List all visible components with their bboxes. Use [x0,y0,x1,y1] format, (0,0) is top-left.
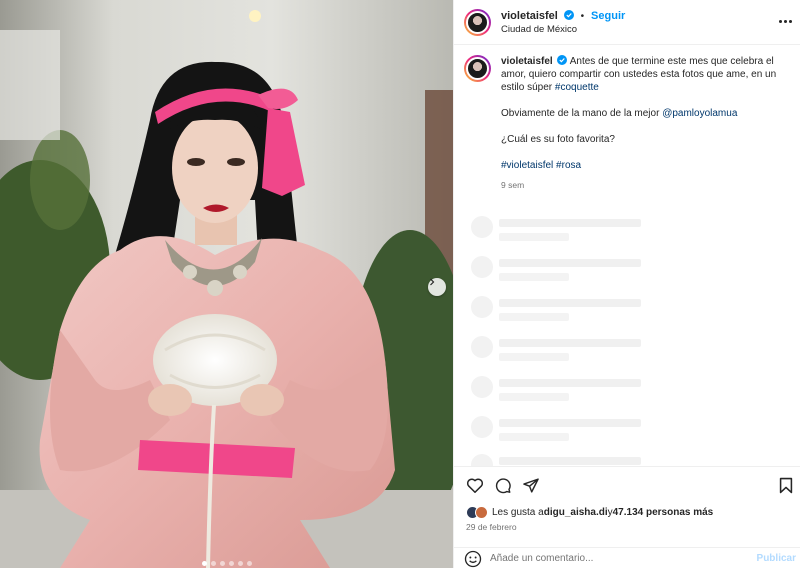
post-photo[interactable] [0,0,453,568]
likes-count-link[interactable]: 47.134 personas más [613,507,714,518]
caption-username[interactable]: violetaisfel [501,56,553,67]
liker-username[interactable]: digu_aisha.di [544,507,608,518]
post-header: violetaisfel • Seguir Ciudad de México [454,0,800,45]
comment-input[interactable] [490,553,740,564]
photo-illustration [0,0,453,568]
carousel-indicator [0,561,453,566]
carousel-dot [246,561,252,566]
likes-summary: Les gusta a digu_aisha.di y 47.134 perso… [466,506,713,519]
carousel-dot [210,561,216,566]
comment-placeholder [471,376,641,401]
carousel-dot [237,561,243,566]
carousel-dot [219,561,225,566]
instagram-post-modal: violetaisfel • Seguir Ciudad de México v… [0,0,800,568]
carousel-dot [201,561,207,566]
post-date[interactable]: 29 de febrero [466,522,517,532]
comment-placeholder [471,416,641,441]
publish-button[interactable]: Publicar [757,553,796,564]
comment-icon[interactable] [494,477,512,494]
comment-bar: Publicar [454,547,800,568]
share-icon[interactable] [522,477,540,494]
hashtag-link[interactable]: #coquette [555,82,599,93]
avatar[interactable] [464,8,491,36]
location-link[interactable]: Ciudad de México [501,23,625,36]
liker-avatar[interactable] [475,506,488,519]
post-side-panel: violetaisfel • Seguir Ciudad de México v… [453,0,800,568]
chevron-right-icon [430,278,435,286]
caption-text-3: ¿Cuál es su foto favorita? [501,134,615,145]
follow-button[interactable]: Seguir [591,10,625,22]
post-actions-section: Les gusta a digu_aisha.di y 47.134 perso… [454,466,800,568]
carousel-dot [228,561,234,566]
likes-prefix: Les gusta a [492,507,544,518]
comment-placeholder [471,336,641,361]
caption-timestamp[interactable]: 9 sem [501,179,786,192]
hashtag-link[interactable]: #violetaisfel [501,160,553,171]
heart-icon[interactable] [466,477,484,494]
carousel-next-button[interactable] [428,278,446,296]
caption-text-2: Obviamente de la mano de la mejor [501,108,663,119]
comment-placeholder [471,216,641,241]
header-separator: • [580,11,585,22]
comment-placeholder [471,296,641,321]
post-caption: violetaisfel Antes de que termine este m… [464,55,794,192]
more-options-icon[interactable] [776,14,794,28]
hashtag-link[interactable]: #rosa [556,160,581,171]
verified-badge-icon [563,10,574,20]
bookmark-icon[interactable] [778,477,794,494]
avatar[interactable] [464,55,491,82]
header-username[interactable]: violetaisfel [501,10,558,22]
comment-placeholder [471,256,641,281]
verified-badge-icon [557,55,568,65]
mention-link[interactable]: @pamloyolamua [662,108,737,119]
emoji-icon[interactable] [464,550,482,568]
